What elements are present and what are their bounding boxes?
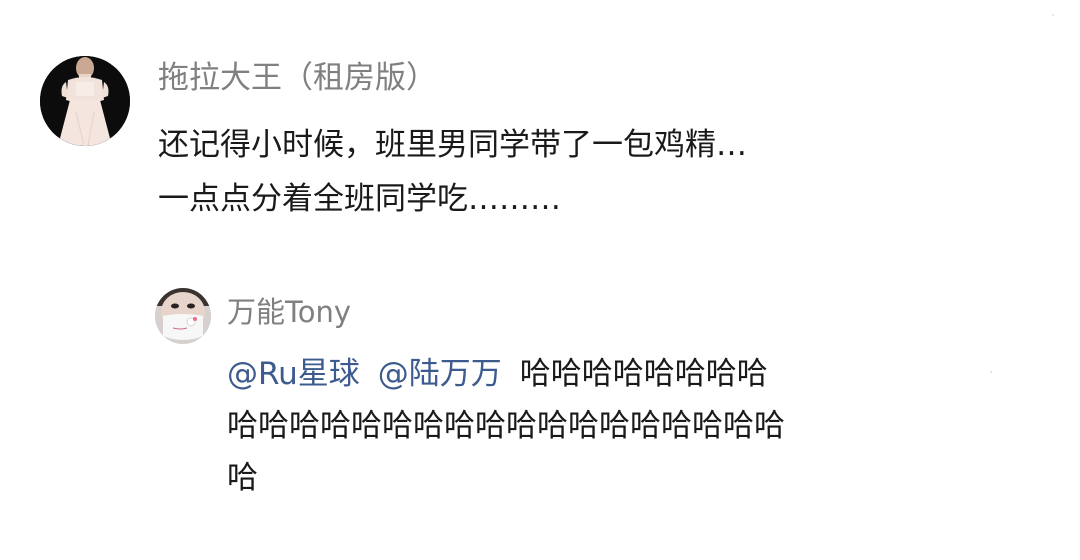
- reply-text: @Ru星球 @陆万万 哈哈哈哈哈哈哈哈 哈哈哈哈哈哈哈哈哈哈哈哈哈哈哈哈哈哈 哈: [227, 348, 937, 504]
- username[interactable]: 万能Tony: [227, 292, 351, 332]
- reply-line: @Ru星球 @陆万万 哈哈哈哈哈哈哈哈: [227, 348, 937, 400]
- decorative-dot: [990, 371, 992, 373]
- comment-line: 还记得小时候，班里男同学带了一包鸡精…: [158, 127, 747, 163]
- reply-text-part: 哈哈哈哈哈哈哈哈: [519, 356, 768, 392]
- reply-line: 哈哈哈哈哈哈哈哈哈哈哈哈哈哈哈哈哈哈: [227, 408, 785, 444]
- avatar[interactable]: [155, 288, 211, 344]
- username[interactable]: 拖拉大王（租房版）: [158, 56, 437, 100]
- reply-line: 哈: [227, 460, 258, 496]
- mention-link[interactable]: @陆万万: [378, 356, 502, 392]
- decorative-dot: [1052, 14, 1054, 16]
- mention-link[interactable]: @Ru星球: [227, 356, 360, 392]
- hello-kitty-mask-avatar-icon: [155, 288, 211, 344]
- avatar[interactable]: [40, 56, 130, 146]
- comment-line: 一点点分着全班同学吃………: [158, 181, 561, 217]
- dress-girl-avatar-icon: [40, 56, 130, 146]
- comment-text: 还记得小时候，班里男同学带了一包鸡精… 一点点分着全班同学吃………: [158, 118, 978, 226]
